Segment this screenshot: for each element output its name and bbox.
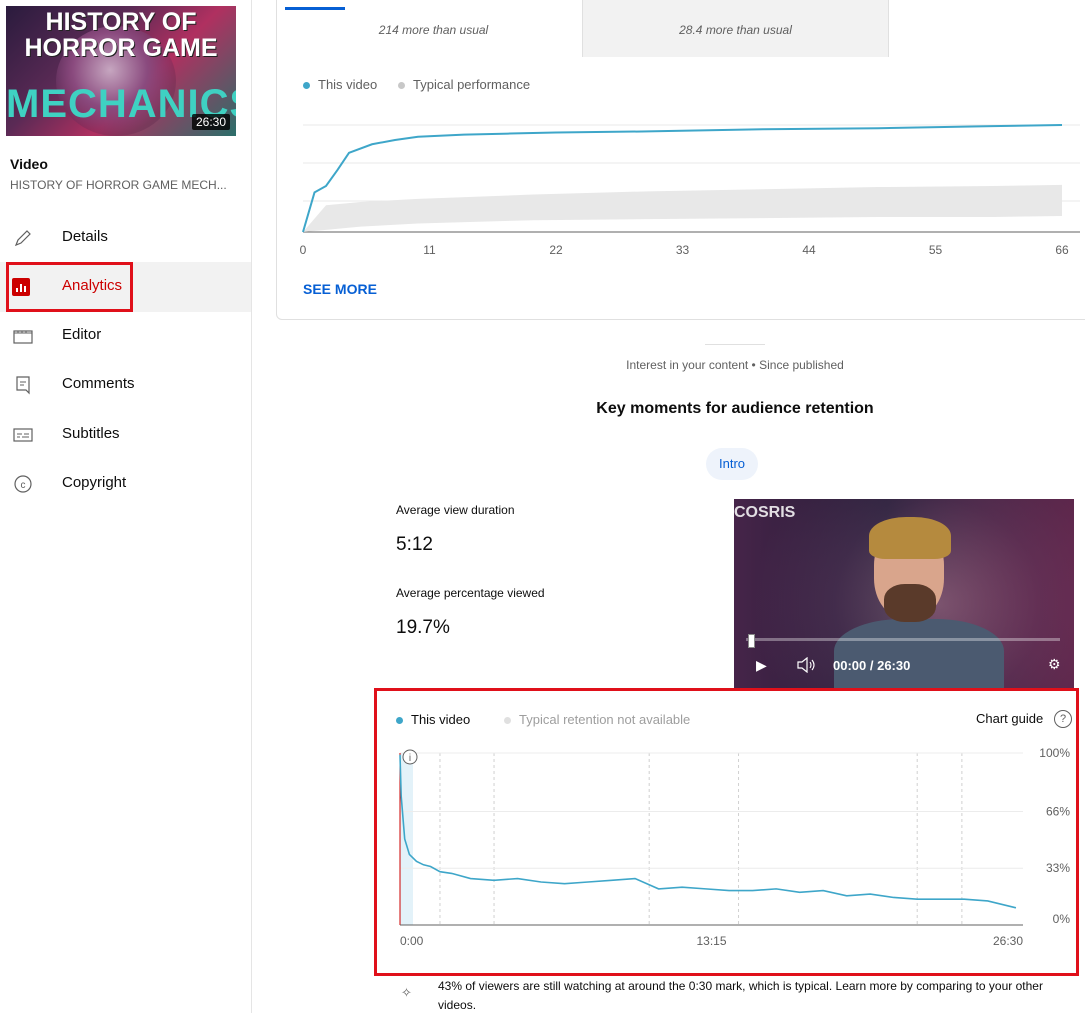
nav-label: Subtitles	[62, 425, 120, 442]
svg-text:c: c	[21, 480, 26, 491]
x-tick-label: 11	[423, 243, 436, 257]
retention-line	[399, 754, 1017, 909]
see-more-link[interactable]: SEE MORE	[303, 281, 377, 297]
legend-dot	[504, 717, 511, 725]
retention-legend-this: This video	[396, 712, 470, 727]
retention-chart[interactable]: i 100% 66% 33% 0% 0:00 13:15 26:30	[380, 745, 1070, 945]
y-tick-label: 33%	[1046, 861, 1070, 875]
thumbnail-title-line1: HISTORY OF	[45, 8, 197, 36]
help-icon[interactable]: ?	[1054, 710, 1072, 728]
x-tick-label: 22	[549, 243, 563, 257]
nav-label: Details	[62, 228, 108, 245]
x-tick-label: 0:00	[400, 934, 424, 945]
subtitles-icon	[12, 424, 34, 446]
settings-gear-icon[interactable]: ⚙	[1048, 656, 1061, 673]
thumbnail-title-line2: HORROR GAME	[24, 34, 218, 62]
x-tick-label: 44	[802, 243, 816, 257]
nav-item-comments[interactable]: Comments	[0, 360, 251, 410]
nav-item-subtitles[interactable]: Subtitles	[0, 410, 251, 460]
x-tick-label: 66	[1055, 243, 1069, 257]
chart-guide-link[interactable]: Chart guide	[976, 711, 1043, 726]
x-tick-label: 0	[300, 243, 307, 257]
copyright-icon: c	[12, 473, 34, 495]
duration-badge: 26:30	[191, 114, 230, 130]
typical-performance-band	[303, 184, 1062, 232]
x-tick-label: 55	[929, 243, 943, 257]
avg-view-duration-label: Average view duration	[396, 503, 515, 517]
avg-percentage-value: 19.7%	[396, 617, 450, 638]
volume-icon[interactable]	[796, 656, 816, 676]
y-tick-label: 100%	[1039, 746, 1070, 760]
views-legend-this: This video	[303, 77, 377, 92]
player-figure-beard	[884, 584, 936, 622]
video-thumbnail[interactable]: HISTORY OF HORROR GAME MECHANICS 26:30	[6, 6, 236, 136]
avg-percentage-label: Average percentage viewed	[396, 586, 545, 600]
analytics-highlight-box	[6, 262, 133, 312]
clapperboard-icon	[12, 325, 34, 347]
video-player[interactable]: COSRIS ▶ 00:00 / 26:30 ⚙	[734, 499, 1074, 689]
intro-chip[interactable]: Intro	[706, 448, 758, 480]
avg-view-duration-value: 5:12	[396, 534, 433, 555]
views-chart[interactable]: 0 11 22 33 44 55 66	[290, 105, 1080, 265]
legend-label: Typical performance	[413, 77, 531, 92]
views-legend-typical: Typical performance	[398, 77, 530, 92]
insight-text: 43% of viewers are still watching at aro…	[438, 979, 1043, 1012]
legend-label: This video	[318, 77, 378, 92]
retention-subtitle: Interest in your content • Since publish…	[626, 358, 844, 372]
player-figure-hat	[869, 517, 951, 559]
metric-tab-compare-2[interactable]: 28.4 more than usual	[582, 0, 889, 57]
player-figure-shirt	[834, 619, 1004, 689]
player-progress-bar[interactable]	[746, 638, 1060, 641]
video-title: HISTORY OF HORROR GAME MECH...	[10, 178, 227, 192]
nav-label: Copyright	[62, 474, 127, 491]
nav-label: Editor	[62, 326, 102, 343]
comment-icon	[12, 374, 34, 396]
pencil-icon	[12, 227, 34, 249]
svg-text:i: i	[409, 753, 411, 764]
retention-title: Key moments for audience retention	[596, 400, 874, 417]
nav-item-copyright[interactable]: c Copyright	[0, 459, 251, 509]
legend-dot	[303, 82, 310, 90]
metric-tab-compare-1[interactable]: 214 more than usual	[286, 14, 581, 58]
x-tick-label: 26:30	[993, 934, 1023, 945]
info-icon: i	[402, 749, 418, 765]
y-tick-label: 66%	[1046, 804, 1070, 818]
sparkle-icon: ✧	[401, 985, 412, 1000]
retention-legend-typical: Typical retention not available	[504, 712, 690, 727]
nav-item-details[interactable]: Details	[0, 213, 251, 263]
nav-label: Comments	[62, 375, 135, 392]
player-time: 00:00 / 26:30	[833, 658, 911, 673]
legend-dot	[398, 82, 405, 90]
legend-label: This video	[411, 712, 471, 727]
y-tick-label: 0%	[1053, 912, 1070, 926]
legend-dot	[396, 717, 403, 725]
x-tick-label: 13:15	[696, 934, 726, 945]
video-section-label: Video	[10, 156, 48, 172]
nav-item-editor[interactable]: Editor	[0, 311, 251, 361]
play-icon[interactable]: ▶	[756, 657, 767, 674]
player-sign: COSRIS	[734, 504, 796, 521]
tab-indicator	[285, 7, 345, 10]
section-divider	[705, 344, 765, 345]
legend-label: Typical retention not available	[519, 712, 691, 727]
player-scrubber[interactable]	[748, 634, 755, 648]
sidebar: HISTORY OF HORROR GAME MECHANICS 26:30 V…	[0, 0, 252, 1013]
intro-highlight-band	[400, 753, 413, 925]
x-tick-label: 33	[676, 243, 690, 257]
